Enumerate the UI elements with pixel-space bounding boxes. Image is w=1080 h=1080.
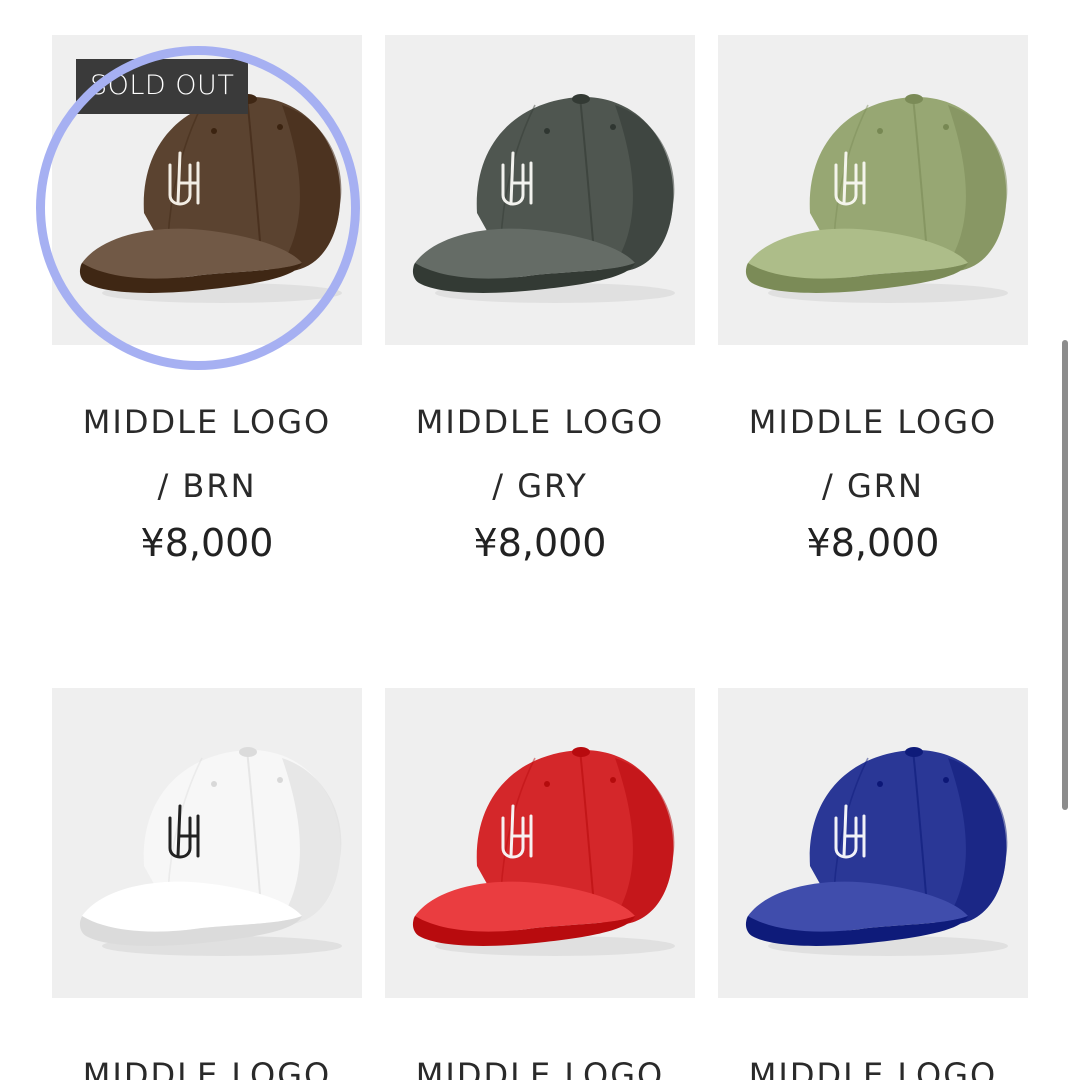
baseball-cap-icon	[745, 94, 1008, 303]
product-name-line2: / GRN	[822, 467, 924, 505]
product-name-line1: MIDDLE LOGO	[748, 1056, 998, 1080]
product-name-line1: MIDDLE LOGO	[748, 403, 998, 441]
product-card[interactable]: MIDDLE LOGO / GRN ¥8,000	[718, 35, 1028, 568]
product-name-line1: MIDDLE LOGO	[415, 1056, 665, 1080]
product-name[interactable]: MIDDLE LOGO	[718, 1043, 1028, 1080]
product-card[interactable]: MIDDLE LOGO / GRY ¥8,000	[385, 35, 695, 568]
scrollbar[interactable]	[1060, 0, 1072, 1080]
product-name-line2: / BRN	[157, 467, 257, 505]
product-name[interactable]: MIDDLE LOGO	[385, 1043, 695, 1080]
product-image[interactable]	[718, 688, 1028, 998]
baseball-cap-icon	[79, 747, 342, 956]
product-name[interactable]: MIDDLE LOGO / GRN	[718, 390, 1028, 518]
baseball-cap-icon	[412, 747, 675, 956]
product-name-line1: MIDDLE LOGO	[82, 403, 332, 441]
product-name-line2: / GRY	[492, 467, 588, 505]
product-card[interactable]: SOLD OUT MIDDLE LOGO / BRN ¥8,000	[52, 35, 362, 568]
product-card[interactable]: MIDDLE LOGO	[718, 688, 1028, 1080]
baseball-cap-icon	[745, 747, 1008, 956]
product-card[interactable]: MIDDLE LOGO	[385, 688, 695, 1080]
baseball-cap-icon	[412, 94, 675, 303]
product-name-line1: MIDDLE LOGO	[82, 1056, 332, 1080]
product-image[interactable]	[385, 688, 695, 998]
product-image[interactable]	[385, 35, 695, 345]
product-price: ¥8,000	[140, 521, 274, 565]
product-image[interactable]	[718, 35, 1028, 345]
product-name[interactable]: MIDDLE LOGO / GRY	[385, 390, 695, 518]
sold-out-badge: SOLD OUT	[76, 59, 249, 114]
product-image[interactable]	[52, 688, 362, 998]
product-name[interactable]: MIDDLE LOGO	[52, 1043, 362, 1080]
scrollbar-thumb[interactable]	[1062, 340, 1068, 810]
product-image[interactable]: SOLD OUT	[52, 35, 362, 345]
product-price: ¥8,000	[806, 521, 940, 565]
product-name-line1: MIDDLE LOGO	[415, 403, 665, 441]
product-card[interactable]: MIDDLE LOGO	[52, 688, 362, 1080]
product-name[interactable]: MIDDLE LOGO / BRN	[52, 390, 362, 518]
product-price: ¥8,000	[473, 521, 607, 565]
